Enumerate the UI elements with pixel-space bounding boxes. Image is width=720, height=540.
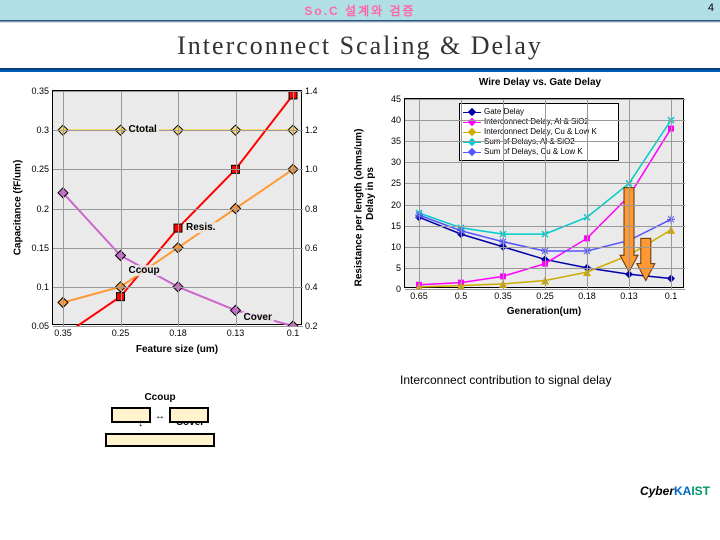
diagram-title: Ccoup bbox=[60, 392, 260, 403]
ground-plane bbox=[105, 433, 215, 447]
coupling-diagram: Ccoup ↔ ↓ Cover bbox=[60, 392, 260, 482]
plotarea-left: 0.350.250.180.130.10.350.30.250.20.150.1… bbox=[52, 90, 302, 325]
chart-left: 0.350.250.180.130.10.350.30.250.20.150.1… bbox=[10, 82, 350, 382]
top-bar: So.C 설계와 검증 4 bbox=[0, 0, 720, 20]
plot-right: Gate DelayInterconnect Delay, Al & SiO2I… bbox=[370, 88, 710, 328]
content-area: 0.350.250.180.130.10.350.30.250.20.150.1… bbox=[0, 72, 720, 502]
ylabel-left: Capacitance (fF/um) bbox=[12, 160, 23, 256]
xlabel-left: Feature size (um) bbox=[52, 344, 302, 355]
slide-header: Interconnect Scaling & Delay bbox=[0, 23, 720, 68]
ylabel2: Delay in ps bbox=[365, 167, 376, 220]
chart-right-title: Wire Delay vs. Gate Delay bbox=[370, 77, 710, 88]
logo-ka: KA bbox=[674, 484, 691, 498]
xlabel2: Generation(um) bbox=[404, 306, 684, 317]
top-title: So.C 설계와 검증 bbox=[304, 2, 415, 19]
plotarea-right: Gate DelayInterconnect Delay, Al & SiO2I… bbox=[404, 98, 684, 288]
legend: Gate DelayInterconnect Delay, Al & SiO2I… bbox=[459, 103, 619, 161]
ylabel-right: Resistance per length (ohms/um) bbox=[353, 129, 364, 287]
plot-left: 0.350.250.180.130.10.350.30.250.20.150.1… bbox=[10, 82, 350, 382]
arrow-icon: ↔ bbox=[155, 411, 165, 422]
caption-text: Interconnect contribution to signal dela… bbox=[400, 372, 700, 388]
page-number: 4 bbox=[708, 2, 714, 14]
logo-cyber: Cyber bbox=[640, 484, 674, 498]
chart-right: Wire Delay vs. Gate Delay Gate DelayInte… bbox=[370, 77, 710, 337]
wire-box bbox=[169, 407, 209, 423]
slide-title: Interconnect Scaling & Delay bbox=[177, 31, 543, 61]
logo-ist: IST bbox=[691, 484, 710, 498]
footer-logo: CyberKAIST bbox=[640, 484, 710, 498]
down-arrow-icon: ↓ bbox=[138, 418, 143, 429]
wire-box bbox=[111, 407, 151, 423]
